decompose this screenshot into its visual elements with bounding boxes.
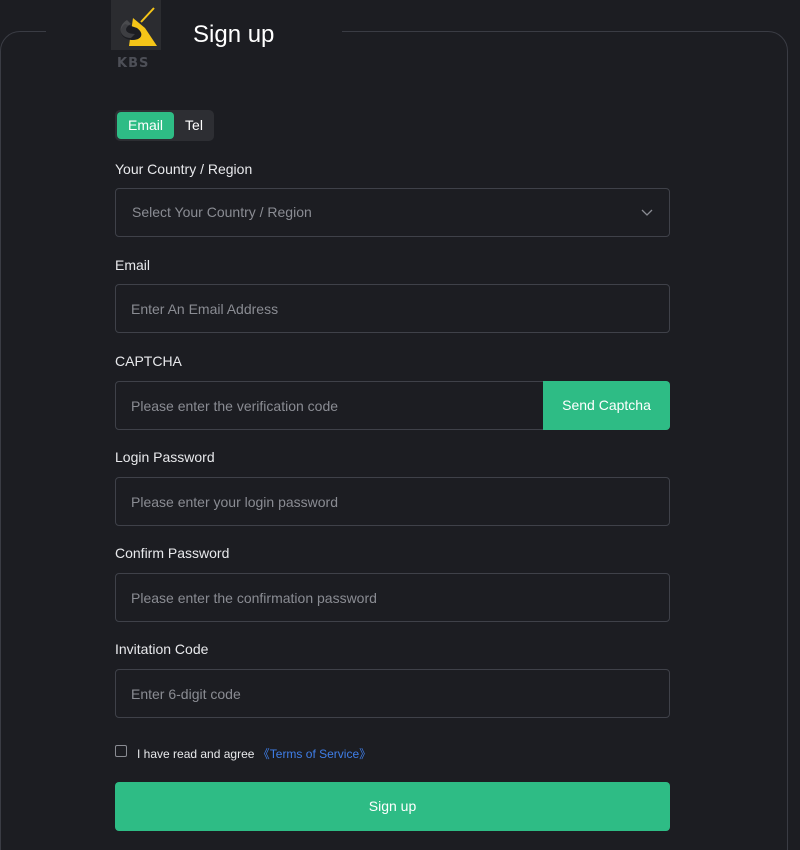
login-password-input[interactable] <box>131 478 631 525</box>
captcha-field-wrapper: Send Captcha <box>115 381 670 430</box>
invitation-code-field-wrapper <box>115 669 670 718</box>
login-password-field-wrapper <box>115 477 670 526</box>
send-captcha-button[interactable]: Send Captcha <box>543 381 670 430</box>
terms-agreement-text: I have read and agree 《Terms of Service》 <box>137 745 371 762</box>
kbs-logo: KBS <box>111 0 161 74</box>
invitation-code-input[interactable] <box>131 670 631 717</box>
tab-tel[interactable]: Tel <box>176 112 212 139</box>
signup-method-tabs: Email Tel <box>115 110 214 141</box>
page-title: Sign up <box>193 21 275 48</box>
terms-agreement-label: I have read and agree <box>137 747 258 761</box>
card-frame <box>0 31 788 850</box>
confirm-password-field-wrapper <box>115 573 670 622</box>
country-select-placeholder: Select Your Country / Region <box>132 204 312 220</box>
captcha-label: CAPTCHA <box>115 353 182 369</box>
invitation-code-label: Invitation Code <box>115 641 209 657</box>
signup-page: KBS Sign up Email Tel Your Country / Reg… <box>0 0 800 850</box>
email-input[interactable] <box>131 285 631 332</box>
kbs-logo-icon <box>120 7 157 46</box>
terms-of-service-link[interactable]: 《Terms of Service》 <box>258 747 371 761</box>
email-field-wrapper <box>115 284 670 333</box>
login-password-label: Login Password <box>115 449 215 465</box>
terms-checkbox[interactable] <box>115 745 127 757</box>
confirm-password-label: Confirm Password <box>115 545 230 561</box>
signup-button[interactable]: Sign up <box>115 782 670 831</box>
chevron-down-icon <box>641 209 653 216</box>
tab-email[interactable]: Email <box>117 112 174 139</box>
logo-text: KBS <box>117 56 150 71</box>
confirm-password-input[interactable] <box>131 574 631 621</box>
country-label: Your Country / Region <box>115 161 253 177</box>
captcha-input[interactable] <box>131 382 531 429</box>
email-label: Email <box>115 257 151 273</box>
country-select[interactable]: Select Your Country / Region <box>115 188 670 237</box>
